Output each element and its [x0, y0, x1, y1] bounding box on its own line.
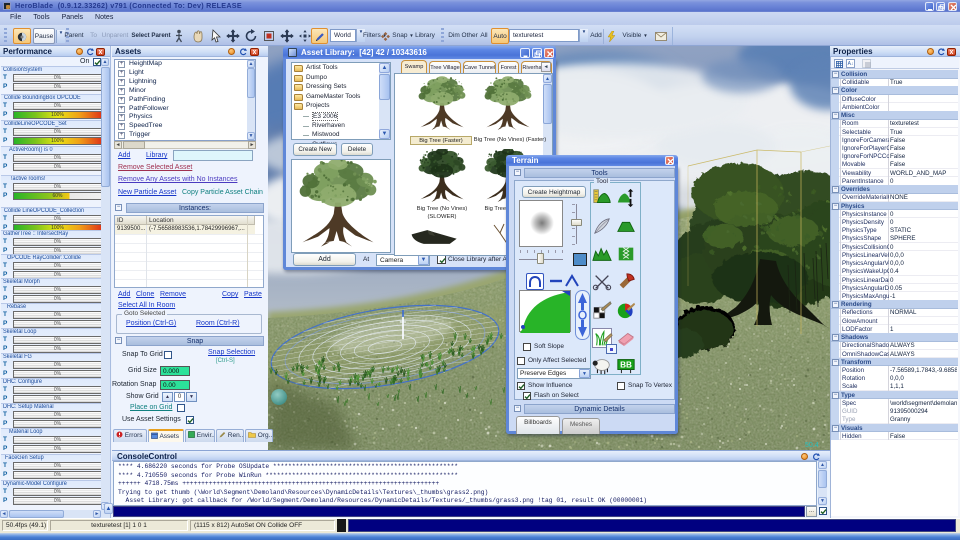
svg-text:BB: BB — [620, 361, 632, 370]
svg-text:50.4: 50.4 — [805, 442, 819, 449]
